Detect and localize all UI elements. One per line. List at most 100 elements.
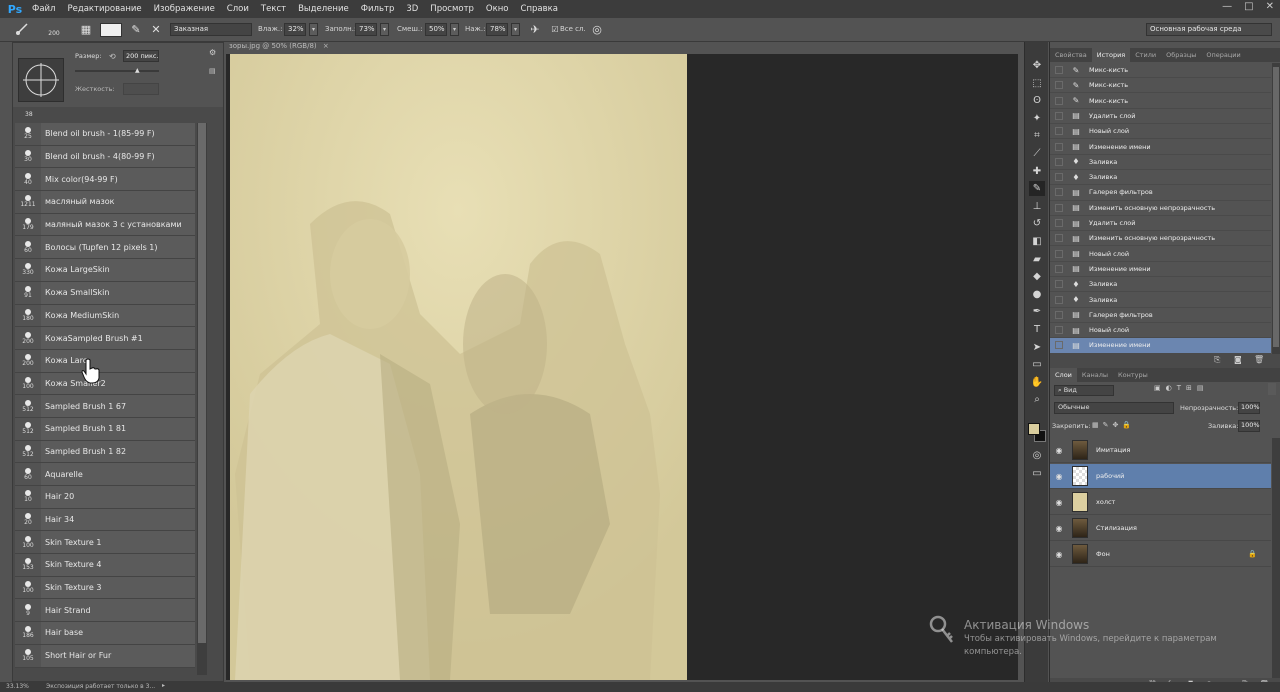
layer-thumbnail[interactable] <box>1072 492 1088 512</box>
menu-help[interactable]: Справка <box>515 4 564 14</box>
history-snapshot-checkbox[interactable] <box>1055 111 1063 120</box>
history-step[interactable]: ▤ Галерея фильтров <box>1050 185 1271 201</box>
history-step[interactable]: ✎ Микс-кисть <box>1050 78 1271 94</box>
move-tool-icon[interactable]: ✥ <box>1029 58 1045 73</box>
brush-preset-item[interactable]: 9 Hair Strand <box>15 599 195 623</box>
history-step[interactable]: ▤ Изменение имени <box>1050 262 1271 278</box>
load-brush-icon[interactable]: ✎ <box>128 22 144 38</box>
lasso-tool-icon[interactable]: ʘ <box>1029 93 1045 108</box>
brush-preset-item[interactable]: 25 Blend oil brush - 1(85-99 F) <box>15 123 195 146</box>
history-step[interactable]: ▤ Новый слой <box>1050 247 1271 262</box>
close-button[interactable]: ✕ <box>1266 1 1274 12</box>
layer-row[interactable]: ◉ рабочий <box>1050 464 1271 489</box>
minimize-button[interactable]: — <box>1222 1 1232 12</box>
scrollbar-thumb[interactable] <box>198 123 206 643</box>
snapshot-icon[interactable]: ⎘ <box>1214 355 1220 365</box>
history-snapshot-checkbox[interactable] <box>1055 142 1063 151</box>
tab-styles[interactable]: Стили <box>1130 48 1161 62</box>
document-canvas[interactable] <box>230 54 687 680</box>
layer-kind-filter[interactable]: ⌕ Вид <box>1054 385 1114 396</box>
eraser-tool-icon[interactable]: ◧ <box>1029 234 1045 249</box>
visibility-eye-icon[interactable]: ◉ <box>1050 446 1068 455</box>
layer-thumbnail[interactable] <box>1072 440 1088 460</box>
zoom-tool-icon[interactable]: ⌕ <box>1029 392 1045 407</box>
layer-name[interactable]: Стилизация <box>1096 524 1137 532</box>
workspace-select[interactable]: Основная рабочая среда <box>1146 23 1272 36</box>
pressure-icon[interactable]: ◎ <box>589 22 605 38</box>
history-snapshot-checkbox[interactable] <box>1055 234 1063 243</box>
menu-image[interactable]: Изображение <box>148 4 221 14</box>
brush-preset-item[interactable]: 91 Кожа SmallSkin <box>15 281 195 305</box>
load-input[interactable]: 73% <box>355 23 377 36</box>
reset-size-icon[interactable]: ⟲ <box>109 52 116 61</box>
history-snapshot-checkbox[interactable] <box>1055 203 1063 212</box>
brush-preset-item[interactable]: 10 Hair 20 <box>15 486 195 509</box>
opacity-input[interactable]: 100% <box>1238 402 1260 414</box>
menu-filter[interactable]: Фильтр <box>355 4 401 14</box>
menu-type[interactable]: Текст <box>255 4 292 14</box>
brush-preset-item[interactable]: 30 Blend oil brush - 4(80-99 F) <box>15 145 195 169</box>
history-scrollbar-thumb[interactable] <box>1273 67 1279 347</box>
layer-row[interactable]: ◉ Стилизация <box>1050 516 1271 541</box>
history-snapshot-checkbox[interactable] <box>1055 326 1063 335</box>
quick-select-tool-icon[interactable]: ✦ <box>1029 111 1045 126</box>
maximize-button[interactable]: □ <box>1244 1 1253 12</box>
brush-angle-preview[interactable] <box>18 58 64 102</box>
menu-view[interactable]: Просмотр <box>424 4 480 14</box>
history-snapshot-checkbox[interactable] <box>1055 341 1063 350</box>
clean-brush-icon[interactable]: ✕ <box>148 22 164 38</box>
history-step[interactable]: ♦ Заливка <box>1050 293 1271 308</box>
tab-channels[interactable]: Каналы <box>1077 368 1113 382</box>
wetness-dropdown-icon[interactable]: ▾ <box>309 23 318 36</box>
pen-tool-icon[interactable]: ✒ <box>1029 304 1045 319</box>
history-snapshot-checkbox[interactable] <box>1055 66 1063 75</box>
history-step[interactable]: ♦ Заливка <box>1050 170 1271 186</box>
load-dropdown-icon[interactable]: ▾ <box>380 23 389 36</box>
layer-row[interactable]: ◉ Имитация <box>1050 438 1271 463</box>
dodge-tool-icon[interactable]: ● <box>1029 287 1045 302</box>
visibility-eye-icon[interactable]: ◉ <box>1050 550 1068 559</box>
layer-name[interactable]: Имитация <box>1096 446 1130 454</box>
shape-tool-icon[interactable]: ▭ <box>1029 357 1045 372</box>
size-slider-handle[interactable]: ▲ <box>135 67 140 74</box>
brush-preset-item[interactable]: 20 Hair 34 <box>15 508 195 532</box>
history-step[interactable]: ▤ Изменение имени <box>1050 140 1271 155</box>
menu-edit[interactable]: Редактирование <box>61 4 147 14</box>
brush-size-picker[interactable]: 200 <box>46 22 62 38</box>
brush-tool-icon[interactable]: ✎ <box>1029 181 1045 197</box>
history-scrollbar[interactable] <box>1272 63 1280 355</box>
menu-layers[interactable]: Слои <box>221 4 255 14</box>
lock-icons[interactable]: ▦✎✥🔒 <box>1092 421 1135 429</box>
blend-mode-select[interactable]: Обычные <box>1054 402 1174 414</box>
visibility-eye-icon[interactable]: ◉ <box>1050 498 1068 507</box>
brush-preset-item[interactable]: 179 маляный мазок 3 с установками <box>15 213 195 237</box>
history-snapshot-checkbox[interactable] <box>1055 280 1063 289</box>
visibility-eye-icon[interactable]: ◉ <box>1050 524 1068 533</box>
screen-mode-icon[interactable]: ▭ <box>1029 466 1045 481</box>
mix-input[interactable]: 50% <box>425 23 447 36</box>
menu-3d[interactable]: 3D <box>400 4 424 14</box>
history-step[interactable]: ▤ Галерея фильтров <box>1050 308 1271 323</box>
wetness-input[interactable]: 32% <box>284 23 306 36</box>
brush-preset-item[interactable]: 512 Sampled Brush 1 82 <box>15 440 195 464</box>
history-snapshot-checkbox[interactable] <box>1055 295 1063 304</box>
tab-history[interactable]: История <box>1091 48 1131 62</box>
mix-dropdown-icon[interactable]: ▾ <box>450 23 459 36</box>
brush-preset-item[interactable]: 180 Кожа MediumSkin <box>15 304 195 328</box>
history-step[interactable]: ✎ Микс-кисть <box>1050 94 1271 109</box>
tab-actions[interactable]: Операции <box>1201 48 1245 62</box>
layer-thumbnail[interactable] <box>1072 466 1088 486</box>
airbrush-icon[interactable]: ✈ <box>527 22 543 38</box>
camera-icon[interactable]: ◙ <box>1234 355 1242 364</box>
history-snapshot-checkbox[interactable] <box>1055 310 1063 319</box>
zoom-level[interactable]: 33.13% <box>6 683 29 690</box>
history-snapshot-checkbox[interactable] <box>1055 96 1063 105</box>
foreground-color-swatch[interactable] <box>1028 423 1040 435</box>
brush-preset-item[interactable]: 512 Sampled Brush 1 81 <box>15 417 195 441</box>
layer-name[interactable]: рабочий <box>1096 472 1124 480</box>
layer-name[interactable]: Фон <box>1096 550 1110 558</box>
brush-panel-toggle-icon[interactable]: ▦ <box>78 22 94 38</box>
brush-preset-item[interactable]: 153 Skin Texture 4 <box>15 554 195 577</box>
history-step[interactable]: ▤ Удалить слой <box>1050 216 1271 232</box>
history-snapshot-checkbox[interactable] <box>1055 219 1063 228</box>
